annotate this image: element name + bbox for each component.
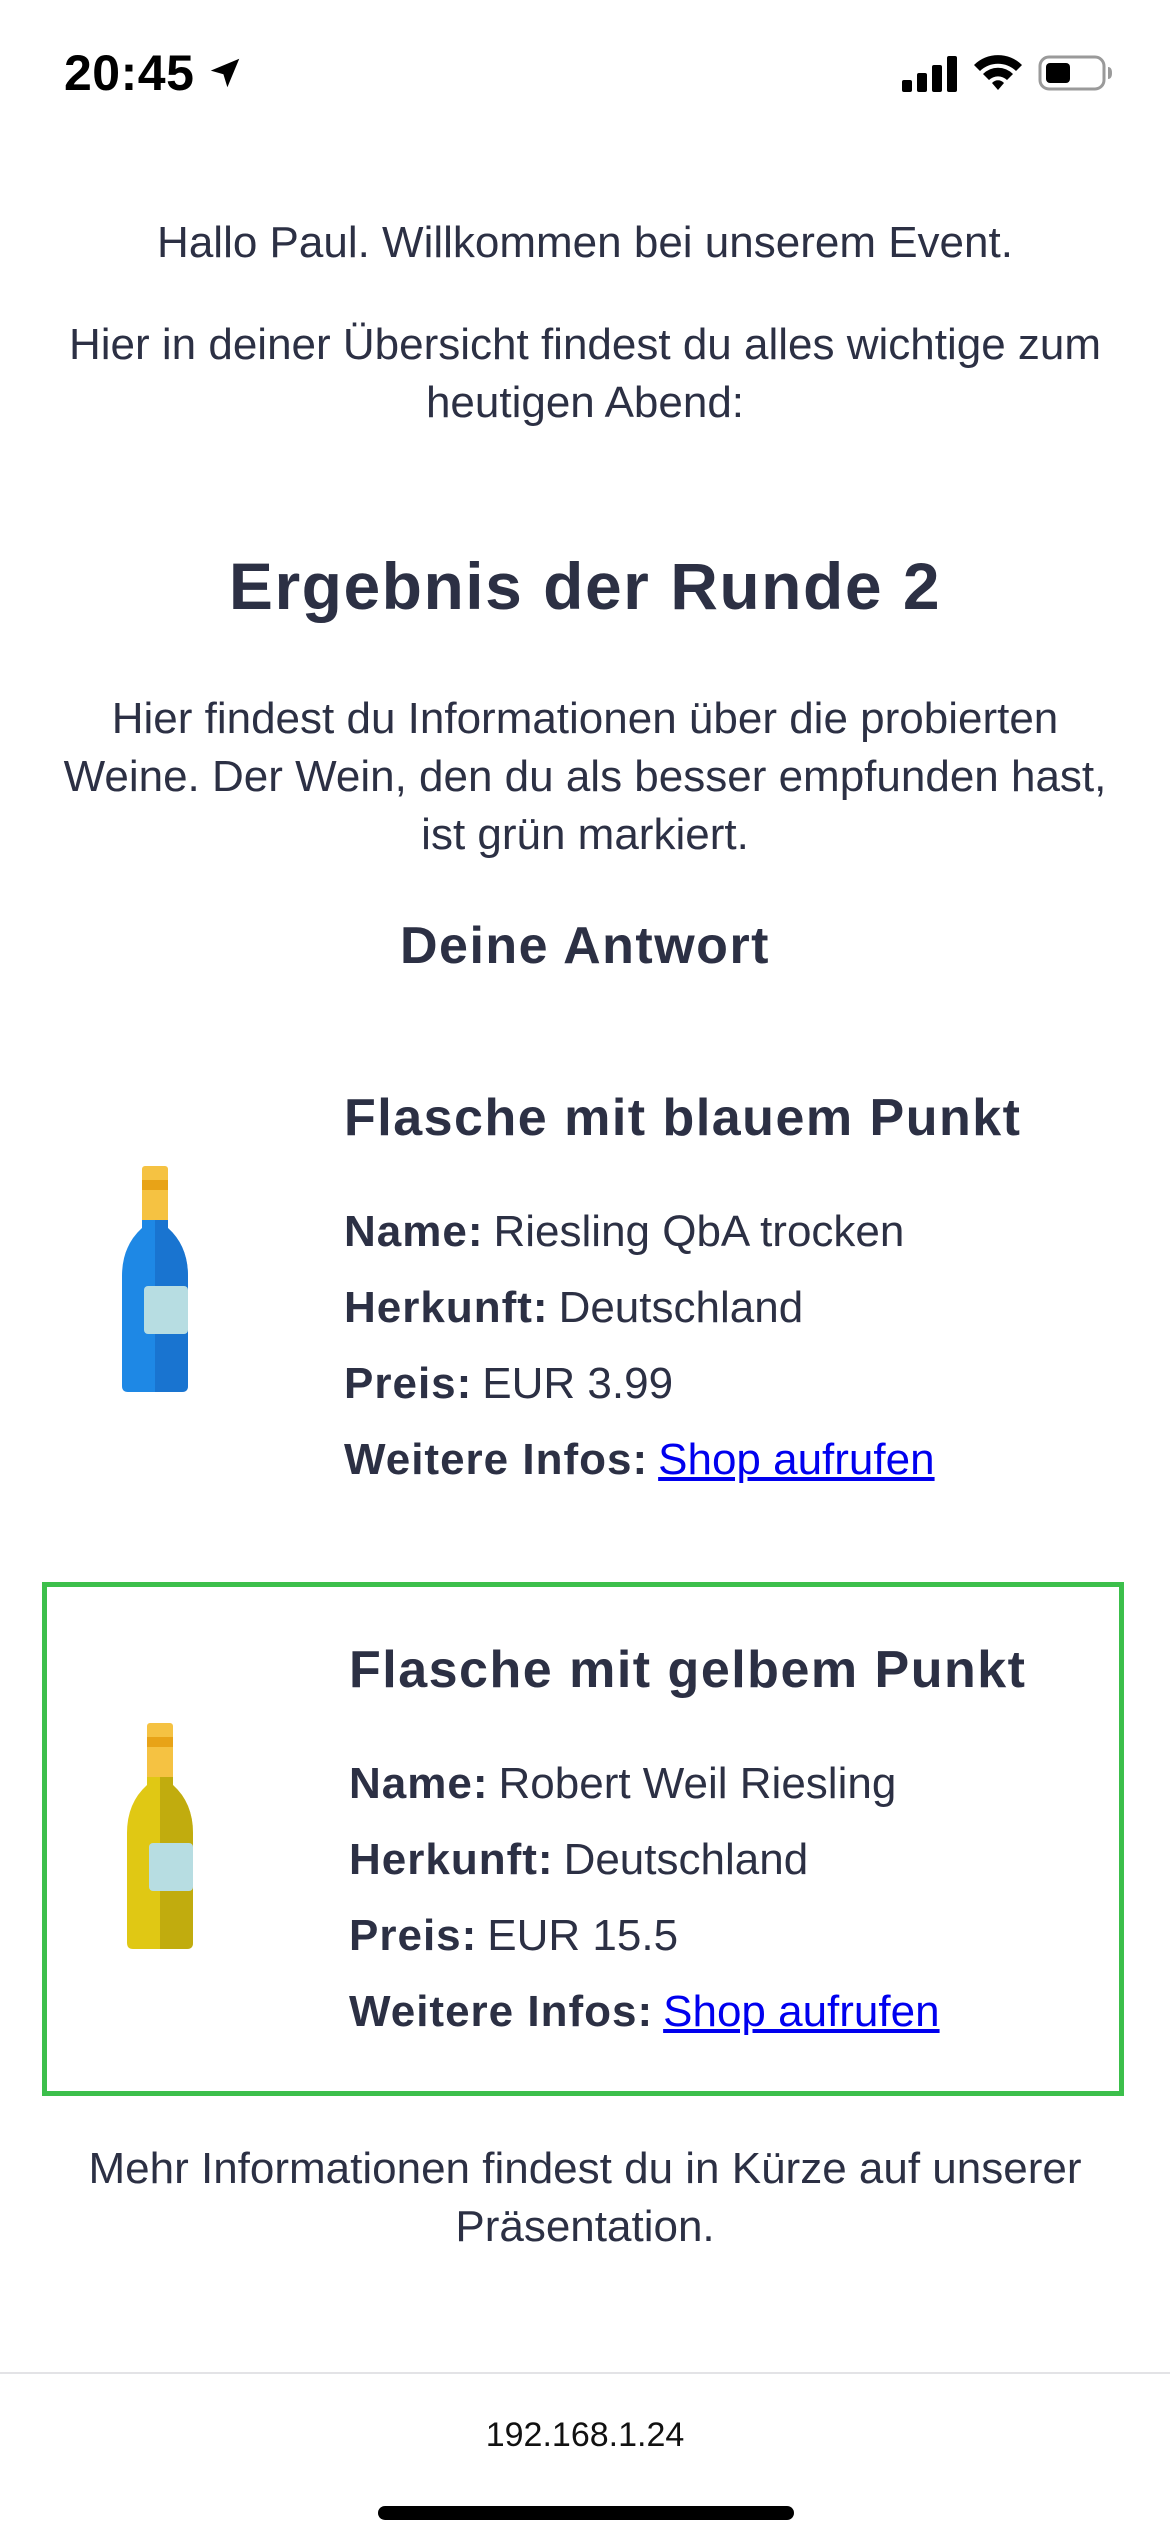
wine-name-row: Name: Robert Weil Riesling bbox=[349, 1746, 1119, 1822]
blue-wine-bottle-icon bbox=[122, 1166, 188, 1392]
wine-price-row: Preis: EUR 3.99 bbox=[344, 1346, 1114, 1422]
wine-price: EUR 15.5 bbox=[487, 1911, 679, 1960]
wine-origin-row: Herkunft: Deutschland bbox=[349, 1822, 1119, 1898]
wine-title: Flasche mit gelbem Punkt bbox=[349, 1641, 1027, 1699]
location-arrow-icon bbox=[210, 58, 240, 88]
answer-heading: Deine Antwort bbox=[399, 917, 771, 975]
wine-origin: Deutschland bbox=[563, 1835, 809, 1884]
more-info-label: Weitere Infos: bbox=[344, 1435, 649, 1484]
battery-icon bbox=[1038, 55, 1112, 91]
wine-origin-row: Herkunft: Deutschland bbox=[344, 1270, 1114, 1346]
status-time: 20:45 bbox=[64, 45, 195, 101]
name-label: Name: bbox=[344, 1207, 484, 1256]
shop-link[interactable]: Shop aufrufen bbox=[658, 1435, 934, 1484]
browser-address-bar[interactable]: 192.168.1.24 bbox=[0, 2372, 1170, 2534]
round-description: Hier findest du Informationen über die p… bbox=[63, 694, 1107, 859]
wine-origin: Deutschland bbox=[558, 1283, 804, 1332]
intro-text: Hier in deiner Übersicht findest du alle… bbox=[68, 320, 1102, 427]
wine-title: Flasche mit blauem Punkt bbox=[344, 1089, 1022, 1147]
greeting-text: Hallo Paul. Willkommen bei unserem Event… bbox=[157, 218, 1013, 267]
wine-price-row: Preis: EUR 15.5 bbox=[349, 1898, 1119, 1974]
wine-more-row: Weitere Infos: Shop aufrufen bbox=[344, 1422, 1114, 1498]
wifi-icon bbox=[974, 55, 1022, 90]
wine-name-row: Name: Riesling QbA trocken bbox=[344, 1194, 1114, 1270]
wine-info-yellow: Flasche mit gelbem Punkt Name: Robert Wei… bbox=[349, 1640, 1119, 2050]
url-text[interactable]: 192.168.1.24 bbox=[0, 2416, 1170, 2455]
wine-info-blue: Flasche mit blauem Punkt Name: Riesling Q… bbox=[344, 1088, 1114, 1498]
origin-label: Herkunft: bbox=[344, 1283, 549, 1332]
footer-note: Mehr Informationen findest du in Kürze a… bbox=[88, 2144, 1082, 2251]
origin-label: Herkunft: bbox=[349, 1835, 554, 1884]
price-label: Preis: bbox=[349, 1911, 478, 1960]
wine-price: EUR 3.99 bbox=[482, 1359, 674, 1408]
more-info-label: Weitere Infos: bbox=[349, 1987, 654, 2036]
yellow-wine-bottle-icon bbox=[127, 1723, 193, 1949]
wine-name: Robert Weil Riesling bbox=[498, 1759, 897, 1808]
signal-icon bbox=[902, 56, 957, 92]
status-bar: 20:45 bbox=[0, 0, 1170, 150]
shop-link[interactable]: Shop aufrufen bbox=[663, 1987, 939, 2036]
home-indicator[interactable] bbox=[378, 2506, 794, 2520]
page-title: Ergebnis der Runde 2 bbox=[228, 549, 942, 623]
wine-card-blue: Flasche mit blauem Punkt Name: Riesling Q… bbox=[42, 1060, 1124, 1500]
wine-card-yellow: Flasche mit gelbem Punkt Name: Robert Wei… bbox=[42, 1582, 1124, 2096]
price-label: Preis: bbox=[344, 1359, 473, 1408]
wine-more-row: Weitere Infos: Shop aufrufen bbox=[349, 1974, 1119, 2050]
name-label: Name: bbox=[349, 1759, 489, 1808]
wine-name: Riesling QbA trocken bbox=[493, 1207, 905, 1256]
